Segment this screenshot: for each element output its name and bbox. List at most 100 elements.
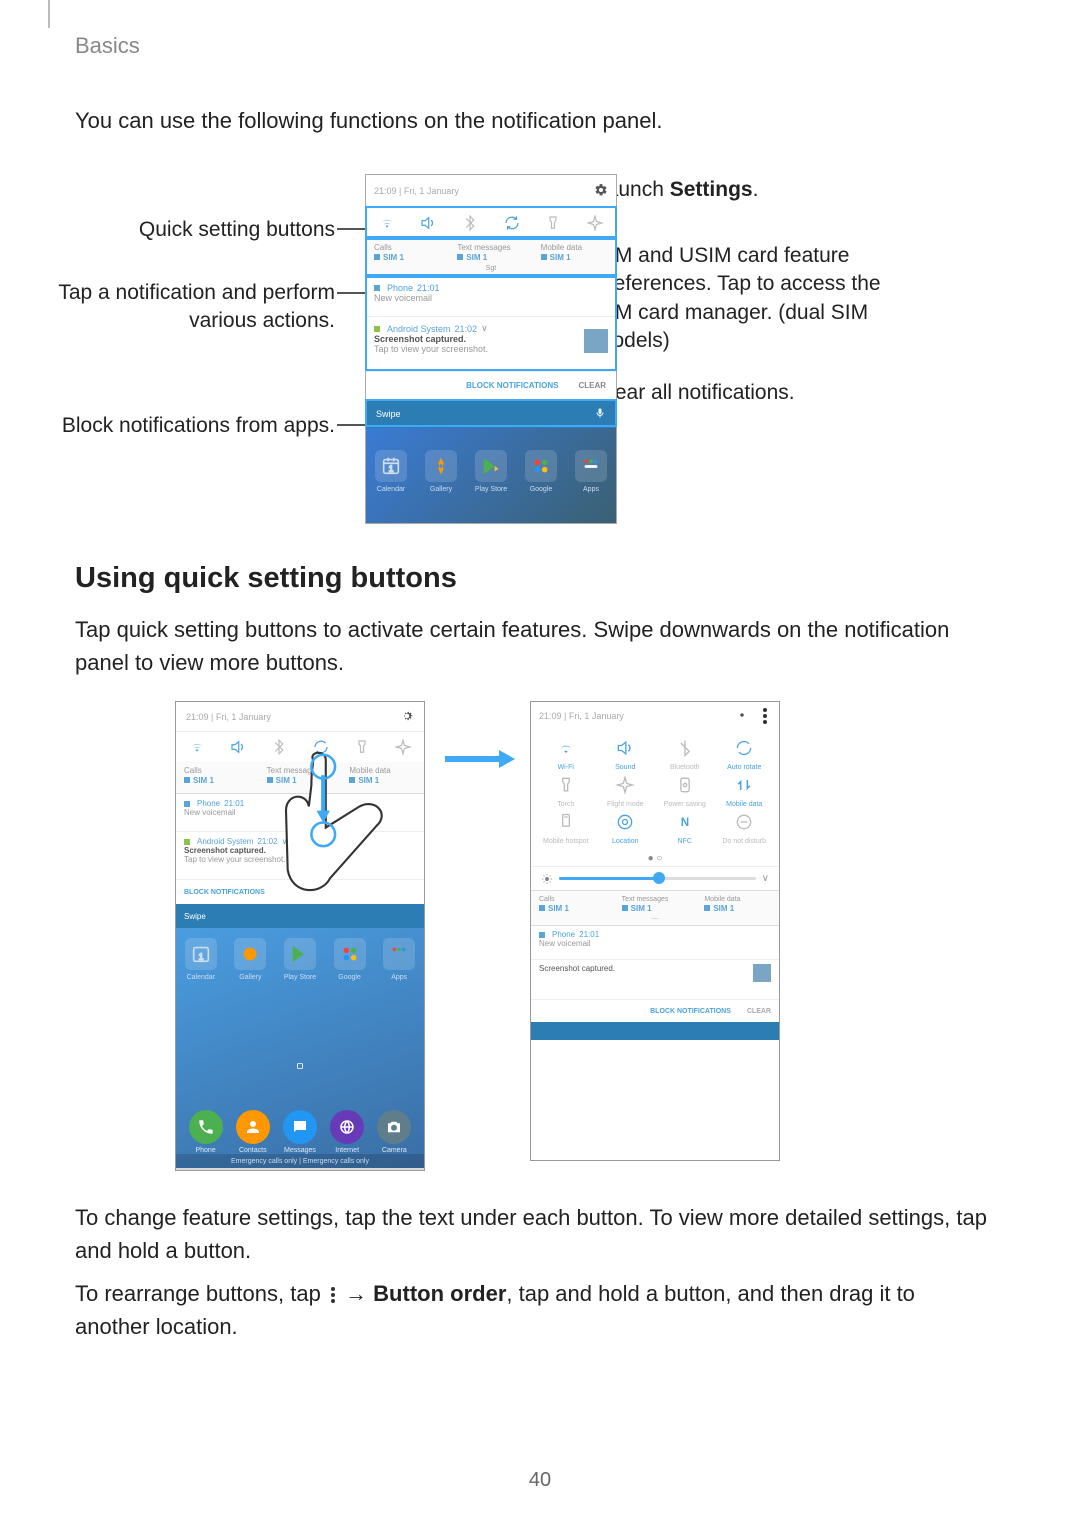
auto-rotate-icon[interactable] [498, 212, 526, 234]
app-label: Apps [391, 974, 407, 981]
app-calendar[interactable]: 1Calendar [373, 450, 409, 510]
page-content: You can use the following functions on t… [75, 108, 995, 1353]
clear-button[interactable]: CLEAR [747, 1008, 771, 1015]
app-label: Calendar [187, 974, 215, 981]
bluetooth-icon[interactable] [456, 212, 484, 234]
app-label: Calendar [377, 486, 405, 493]
callout-tap-notification: Tap a notification and perform various a… [55, 279, 335, 336]
tile-bluetooth[interactable]: Bluetooth [656, 736, 714, 771]
value: SIM 1 [358, 776, 379, 785]
chevron-down-icon[interactable]: ∨ [762, 873, 769, 884]
status-bar: 21:09 | Fri, 1 January [531, 702, 779, 730]
torch-icon[interactable] [539, 212, 567, 234]
callout-launch-settings: Launch Settings. [595, 176, 758, 204]
torch-icon[interactable] [348, 736, 376, 758]
tile-auto-rotate[interactable]: Auto rotate [716, 736, 774, 771]
callout-line [337, 424, 365, 426]
callout-clear-all: Clear all notifications. [595, 379, 795, 407]
dock-internet[interactable]: Internet [329, 1110, 365, 1160]
notification-item[interactable]: Phone 21:01 New voicemail [366, 277, 616, 317]
notif-time: 21:01 [417, 283, 440, 293]
tile-dnd[interactable]: Do not disturb [716, 810, 774, 845]
block-button[interactable]: BLOCK NOTIFICATIONS [466, 381, 558, 390]
notification-item[interactable]: Phone 21:01 New voicemail [531, 926, 779, 960]
emergency-text: Emergency calls only | Emergency calls o… [176, 1154, 424, 1170]
wallpaper-area: 1Calendar Gallery Play Store Google Apps… [176, 928, 424, 1168]
notification-item[interactable]: Android System 21:02 ∨ Screenshot captur… [176, 832, 424, 880]
search-bar[interactable]: Swipe [176, 904, 424, 928]
phone-collapsed: 21:09 | Fri, 1 January CallsSIM 1 Text m… [175, 701, 425, 1171]
tile-hotspot[interactable]: Mobile hotspot [537, 810, 595, 845]
notif-subtext: Tap to view your screenshot. [184, 855, 416, 864]
sound-icon[interactable] [224, 736, 252, 758]
tile-label: Mobile hotspot [543, 838, 589, 845]
gear-icon[interactable] [594, 183, 608, 199]
search-bar[interactable] [531, 1022, 779, 1040]
dock: Phone Contacts Messages Internet Camera [176, 1110, 424, 1160]
mic-icon[interactable] [594, 407, 606, 421]
tile-sound[interactable]: Sound [597, 736, 655, 771]
tile-label: Do not disturb [722, 838, 766, 845]
clear-button[interactable]: CLEAR [578, 381, 606, 390]
gear-icon[interactable] [735, 708, 749, 724]
app-play-store[interactable]: Play Store [282, 938, 318, 998]
diagram-notification-panel: Quick setting buttons Tap a notification… [75, 174, 995, 534]
value: SIM 1 [383, 253, 404, 262]
tile-power-saving[interactable]: Power saving [656, 773, 714, 808]
app-apps[interactable]: Apps [573, 450, 609, 510]
app-google[interactable]: Google [523, 450, 559, 510]
app-gallery[interactable]: Gallery [232, 938, 268, 998]
auto-rotate-icon[interactable] [307, 736, 335, 758]
text-bold: Settings [670, 178, 753, 201]
app-google[interactable]: Google [332, 938, 368, 998]
app-apps[interactable]: Apps [381, 938, 417, 998]
sim-row[interactable]: CallsSIM 1 Text messagesSIM 1— Mobile da… [531, 890, 779, 926]
notif-text: New voicemail [184, 808, 416, 817]
sound-icon[interactable] [414, 212, 442, 234]
flight-icon[interactable] [581, 212, 609, 234]
brightness-slider[interactable]: ∨ [531, 866, 779, 890]
quick-settings-row [366, 207, 616, 239]
notification-item[interactable]: Screenshot captured. [531, 960, 779, 1000]
tile-mobile-data[interactable]: Mobile data [716, 773, 774, 808]
tile-flight[interactable]: Flight mode [597, 773, 655, 808]
block-button[interactable]: BLOCK NOTIFICATIONS [184, 889, 265, 896]
status-time: 21:09 | Fri, 1 January [186, 712, 271, 722]
app-calendar[interactable]: 1Calendar [183, 938, 219, 998]
notif-app: Phone [387, 283, 413, 293]
sim-row[interactable]: CallsSIM 1 Text messagesSIM 1 Mobile dat… [176, 762, 424, 794]
tile-label: Wi-Fi [558, 764, 574, 771]
dock-label: Internet [335, 1147, 359, 1154]
more-icon[interactable] [763, 706, 767, 726]
app-gallery[interactable]: Gallery [423, 450, 459, 510]
wifi-icon[interactable] [183, 736, 211, 758]
dock-camera[interactable]: Camera [376, 1110, 412, 1160]
tile-wifi[interactable]: Wi-Fi [537, 736, 595, 771]
svg-text:N: N [681, 816, 689, 829]
tile-torch[interactable]: Torch [537, 773, 595, 808]
gear-icon[interactable] [400, 709, 414, 725]
notif-app: Android System [387, 324, 451, 334]
dock-contacts[interactable]: Contacts [235, 1110, 271, 1160]
tile-nfc[interactable]: N NFC [656, 810, 714, 845]
notification-item[interactable]: Android System 21:02 ∨ Screenshot captur… [366, 317, 616, 372]
block-button[interactable]: BLOCK NOTIFICATIONS [650, 1008, 731, 1015]
app-label: Apps [583, 486, 599, 493]
notification-item[interactable]: Phone 21:01 New voicemail [176, 794, 424, 832]
search-bar[interactable]: Swipe [366, 400, 616, 428]
intro-text: You can use the following functions on t… [75, 108, 995, 134]
tile-label: NFC [678, 838, 692, 845]
dock-phone[interactable]: Phone [188, 1110, 224, 1160]
brightness-icon [541, 873, 553, 885]
page-number: 40 [0, 1469, 1080, 1492]
wifi-icon[interactable] [373, 212, 401, 234]
sim-row[interactable]: Calls SIM 1 Text messages SIM 1 Sgt Mobi… [366, 239, 616, 277]
dock-messages[interactable]: Messages [282, 1110, 318, 1160]
flight-icon[interactable] [389, 736, 417, 758]
tile-location[interactable]: Location [597, 810, 655, 845]
notif-app: Android System [197, 837, 253, 846]
label: Calls [539, 895, 606, 904]
clear-row: BLOCK NOTIFICATIONS CLEAR [531, 1000, 779, 1022]
app-play-store[interactable]: Play Store [473, 450, 509, 510]
bluetooth-icon[interactable] [265, 736, 293, 758]
